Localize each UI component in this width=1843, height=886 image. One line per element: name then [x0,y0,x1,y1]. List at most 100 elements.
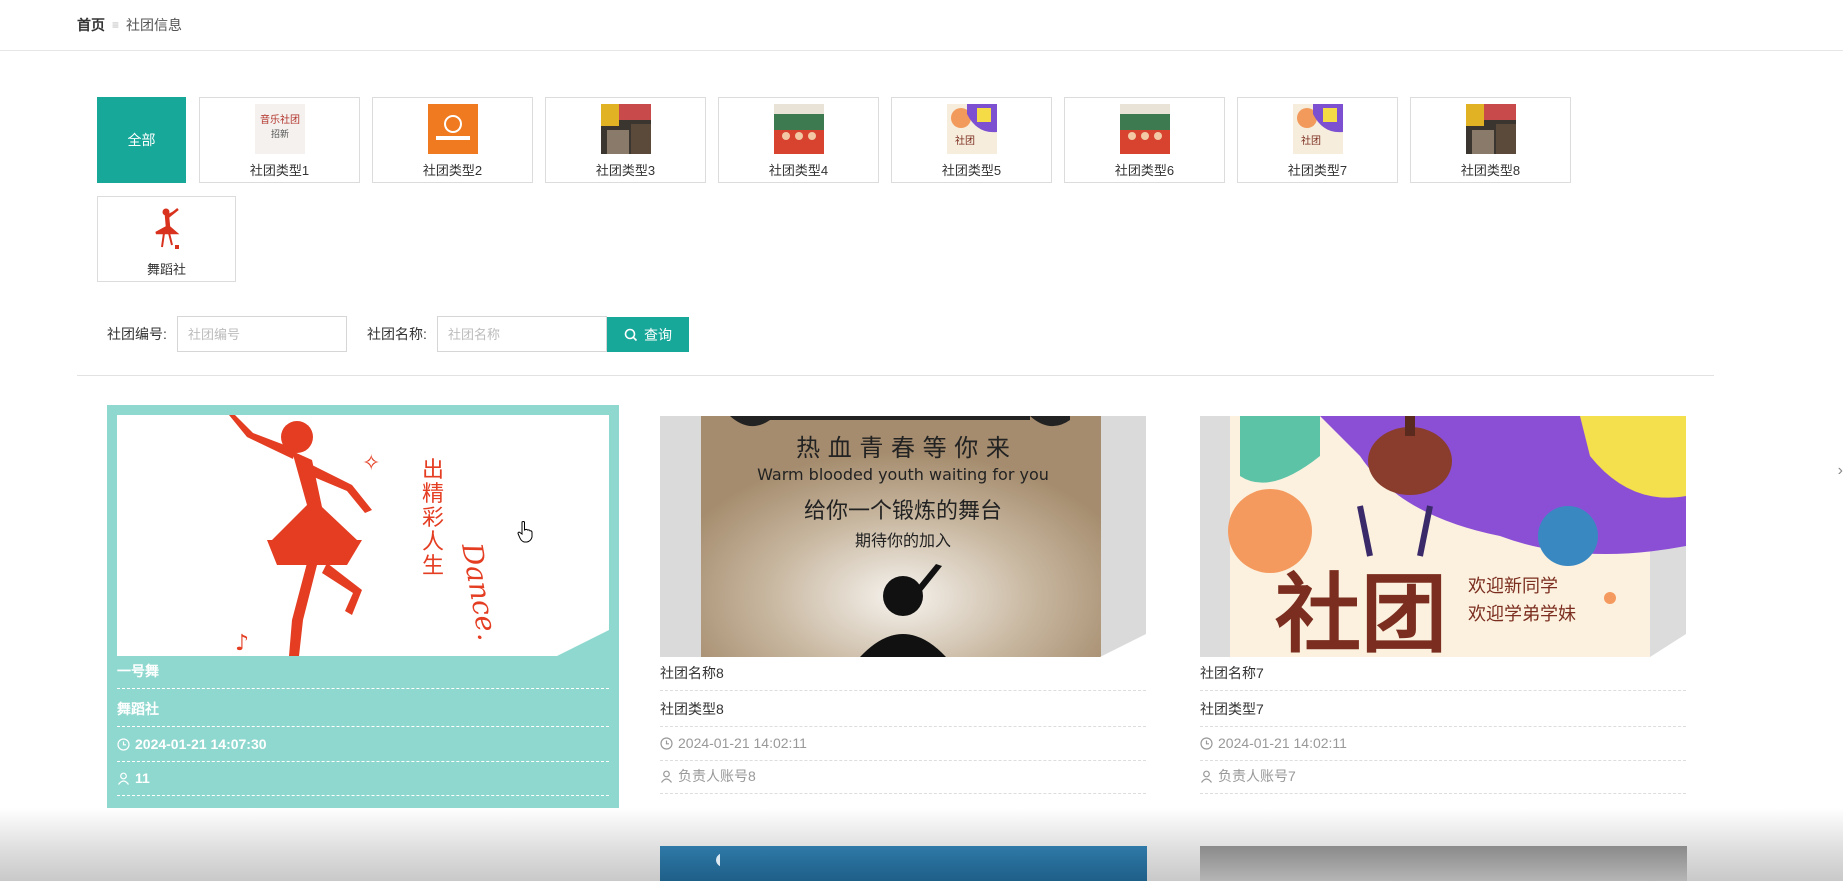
category-item[interactable]: 音乐社团 招新 社团类型1 [199,97,360,183]
poster-slogan: 给你一个锻炼的舞台 [804,499,1002,524]
club-card-image: 热 血 青 春 等 你 来 Warm blooded youth waiting… [660,416,1146,657]
club-name-text: 社团名称7 [1200,665,1264,681]
club-owner-text: 负责人账号8 [678,768,756,784]
club-name-label: 社团名称: [367,326,427,342]
colorful-poster-icon: 社团 [1292,104,1343,154]
club-card-time: 2024-01-21 14:02:11 [660,727,1146,761]
category-item[interactable]: 社团类型8 [1410,97,1571,183]
club-card-time: 2024-01-21 14:02:11 [1200,727,1686,761]
club-card-image-peek[interactable] [1200,846,1687,881]
svg-text:社团: 社团 [1301,134,1321,147]
club-card-image: 社团 欢迎新同学 欢迎学弟学妹 [1200,416,1686,657]
club-name-input[interactable] [437,316,607,352]
club-card-owner: 负责人账号8 [660,760,1146,794]
category-item[interactable]: 社团 社团类型5 [891,97,1052,183]
category-item[interactable]: 舞蹈社 [97,196,236,282]
svg-text:音乐社团: 音乐社团 [260,113,300,126]
svg-text:招新: 招新 [270,128,288,140]
club-card-type: 社团类型7 [1200,693,1686,727]
search-button[interactable]: 查询 [607,317,689,352]
poster-char: 精 [422,482,444,507]
club-name-text: 一号舞 [117,663,159,679]
collage-icon [600,104,651,154]
club-card-name: 一号舞 [117,655,609,689]
user-icon [118,772,129,785]
club-card[interactable]: ♪ ✧ 出 精 彩 人 生 Dance. 一号舞 舞蹈社 2024-01-21 … [107,405,619,808]
orange-logo-icon [427,104,478,154]
poster-welcome: 欢迎新同学 [1468,576,1558,597]
club-card-image-peek[interactable] [660,846,1147,881]
dancer-icon [141,203,192,253]
category-item[interactable]: 社团类型4 [718,97,879,183]
search-button-label: 查询 [644,326,672,343]
colorful-poster-icon: 社团 [946,104,997,154]
scroll-right-icon[interactable]: › [1838,462,1843,480]
club-card[interactable]: 热 血 青 春 等 你 来 Warm blooded youth waiting… [660,405,1172,808]
clock-icon [1200,737,1213,750]
club-card-owner: 负责人账号7 [1200,760,1686,794]
club-id-label: 社团编号: [107,326,167,342]
breadcrumb-home[interactable]: 首页 [77,15,105,35]
category-label: 社团类型8 [1460,163,1521,178]
poster-char: 生 [422,554,444,579]
user-icon [661,770,672,783]
group-photo-icon [1119,104,1170,154]
breadcrumb-separator-icon: ≡ [112,18,120,32]
club-card-type: 社团类型8 [660,693,1146,727]
poster-char: 人 [422,530,444,555]
clock-icon [660,737,673,750]
club-card[interactable]: 社团 欢迎新同学 欢迎学弟学妹 社团名称7 社团类型7 2024-01-21 1… [1200,405,1712,808]
section-divider [77,375,1714,376]
category-item[interactable]: 社团类型2 [372,97,533,183]
poster-headline: 热 血 青 春 等 你 来 [796,434,1010,462]
club-time-text: 2024-01-21 14:02:11 [1218,735,1347,751]
category-label: 社团类型2 [422,163,483,178]
poster-invite: 期待你的加入 [855,531,951,550]
club-card-type: 舞蹈社 [117,693,609,727]
category-item[interactable]: 社团 社团类型7 [1237,97,1398,183]
club-card-name: 社团名称8 [660,657,1146,691]
header-divider [0,50,1843,51]
category-all-button[interactable]: 全部 [97,97,186,183]
club-recruit-poster-icon: 社团 欢迎新同学 欢迎学弟学妹 [1200,416,1686,657]
category-label: 舞蹈社 [146,262,186,277]
category-label: 社团类型6 [1114,163,1175,178]
category-label: 社团类型1 [249,163,310,178]
club-time-text: 2024-01-21 14:02:11 [678,735,807,751]
svg-text:社团: 社团 [955,134,975,147]
club-owner-text: 负责人账号7 [1218,768,1296,784]
club-card-time: 2024-01-21 14:07:30 [117,728,609,762]
club-id-input[interactable] [177,316,347,352]
club-card-owner: 11 [117,762,609,796]
club-type-text: 社团类型7 [1200,701,1264,717]
category-item[interactable]: 社团类型3 [545,97,706,183]
club-owner-text: 11 [135,770,150,786]
poster-char: 出 [422,458,444,483]
svg-text:♪: ♪ [235,631,249,656]
poster-char: 彩 [422,506,444,531]
collage-icon [1465,104,1516,154]
breadcrumb: 首页 ≡ 社团信息 [77,0,182,50]
cloud-icon [716,851,744,869]
category-label: 社团类型4 [768,163,829,178]
poster-subline: Warm blooded youth waiting for you [757,465,1049,484]
category-label: 社团类型5 [941,163,1002,178]
category-label: 社团类型7 [1287,163,1348,178]
search-icon [624,328,638,341]
club-card-name: 社团名称7 [1200,657,1686,691]
poster-title: 社团 [1275,565,1447,657]
dancer-poster-icon: ♪ ✧ 出 精 彩 人 生 Dance. [117,415,609,656]
hand-cursor-icon [517,521,533,543]
category-item[interactable]: 社团类型6 [1064,97,1225,183]
poster-welcome-2: 欢迎学弟学妹 [1468,604,1576,625]
club-card-image: ♪ ✧ 出 精 彩 人 生 Dance. [117,415,609,656]
category-label: 社团类型3 [595,163,656,178]
breadcrumb-current: 社团信息 [126,17,183,33]
club-type-text: 舞蹈社 [117,701,159,717]
group-photo-icon [773,104,824,154]
youth-poster-icon: 热 血 青 春 等 你 来 Warm blooded youth waiting… [660,416,1146,657]
clock-icon [117,738,130,751]
club-name-text: 社团名称8 [660,665,724,681]
club-type-text: 社团类型8 [660,701,724,717]
club-time-text: 2024-01-21 14:07:30 [135,736,267,752]
